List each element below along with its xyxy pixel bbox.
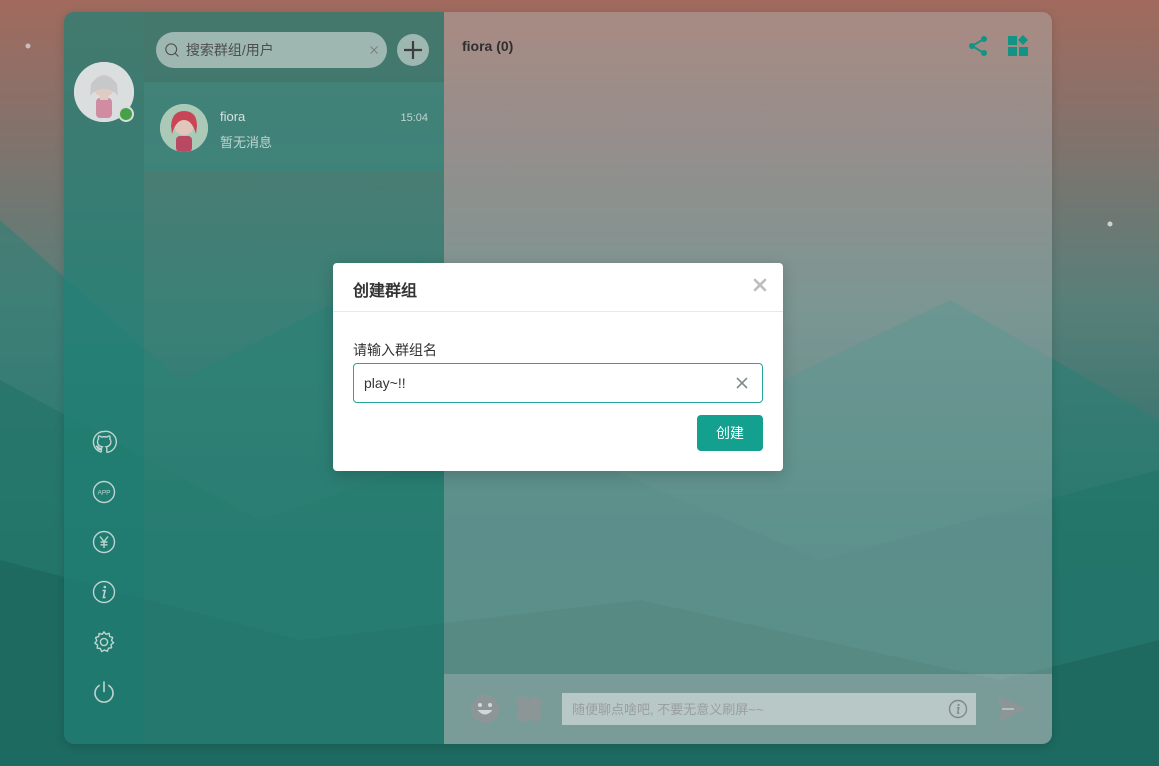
group-name-input[interactable] [362,374,734,392]
dialog-title: 创建群组 [353,283,418,300]
clear-input-icon[interactable] [734,375,750,391]
create-group-dialog: 创建群组 请输入群组名 创建 [333,263,783,471]
create-button[interactable]: 创建 [697,415,763,451]
desktop-background: APP 搜索群组/用户 fiora 15:04 暂无消息 fiora (0) 随… [0,0,1159,766]
close-icon[interactable] [751,276,769,294]
group-name-field [353,363,763,403]
group-name-label: 请输入群组名 [353,342,437,358]
dialog-header: 创建群组 [333,263,783,312]
